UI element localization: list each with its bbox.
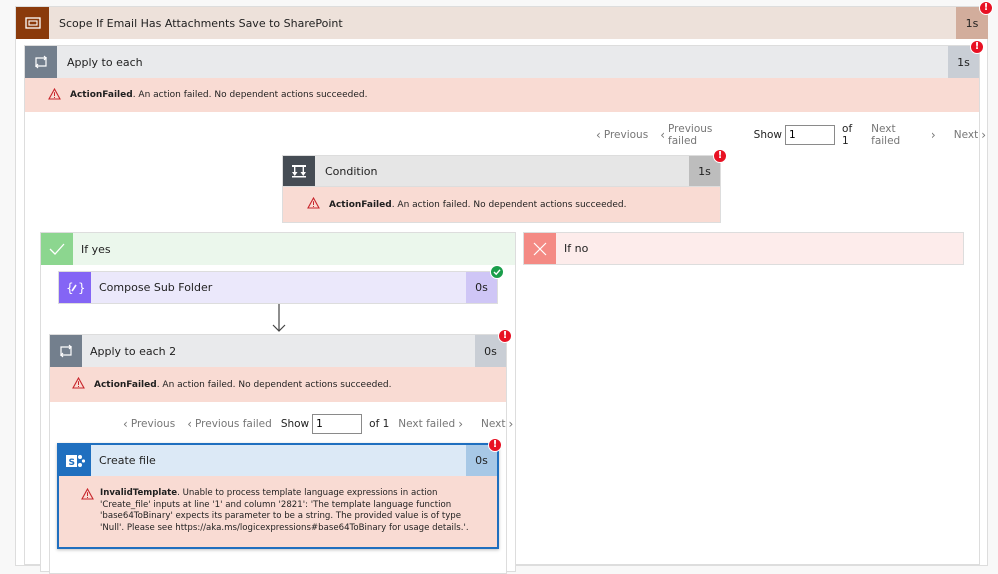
compose-header[interactable]: {} Compose Sub Folder 0s xyxy=(58,271,498,304)
if-yes-header[interactable]: If yes xyxy=(41,233,515,265)
connector-arrow xyxy=(271,304,287,334)
apply-each-error-message: . An action failed. No dependent actions… xyxy=(132,90,368,100)
if-no-label: If no xyxy=(564,242,589,255)
compose-icon: {} xyxy=(59,272,91,303)
loop-icon xyxy=(25,46,57,78)
pager-previous[interactable]: ‹ Previous xyxy=(120,417,175,431)
pager-of-total: of 1 xyxy=(842,123,853,147)
pager-next-failed[interactable]: Next failed › xyxy=(398,417,466,431)
pager-previous[interactable]: ‹ Previous xyxy=(593,128,648,142)
svg-text:{: { xyxy=(66,281,74,295)
scope-title: Scope If Email Has Attachments Save to S… xyxy=(59,16,343,30)
if-yes-label: If yes xyxy=(81,242,111,256)
warning-icon xyxy=(48,87,62,103)
condition-header[interactable]: Condition 1s xyxy=(282,155,721,187)
if-no-header[interactable]: If no xyxy=(523,232,964,265)
svg-text:}: } xyxy=(78,281,84,295)
loop-icon xyxy=(50,335,82,367)
condition-error-code: ActionFailed xyxy=(329,199,392,210)
pager-next[interactable]: Next › xyxy=(954,128,989,142)
apply-each-error-bar: ActionFailed . An action failed. No depe… xyxy=(25,78,979,112)
pager-page-input[interactable] xyxy=(312,414,363,434)
apply-each-2-title: Apply to each 2 xyxy=(90,344,177,358)
create-file-header[interactable]: S Create file 0s xyxy=(59,445,497,476)
svg-text:S: S xyxy=(69,458,75,468)
pager-show-label: Show xyxy=(753,129,783,141)
pager-show-label: Show xyxy=(280,418,310,430)
condition-icon xyxy=(283,156,315,186)
warning-icon xyxy=(81,487,94,505)
condition-title: Condition xyxy=(325,164,378,178)
check-icon xyxy=(41,233,73,265)
pager-next-failed[interactable]: Next failed › xyxy=(871,123,939,147)
scope-error-badge: ! xyxy=(979,1,993,15)
pager-previous-failed[interactable]: ‹ Previous failed xyxy=(184,417,272,431)
create-file-title: Create file xyxy=(99,454,156,467)
create-file-error: InvalidTemplate. Unable to process templ… xyxy=(81,487,486,534)
warning-icon xyxy=(307,196,321,212)
pager-next[interactable]: Next › xyxy=(481,417,516,431)
pager-page-input[interactable] xyxy=(785,125,836,145)
scope-icon xyxy=(16,7,49,39)
x-icon xyxy=(524,233,556,264)
apply-each-pager: ‹Previous ‹Previous failed Show of 1 Nex… xyxy=(593,123,998,147)
apply-each-2-error-code: ActionFailed xyxy=(94,379,157,390)
apply-each-error-code: ActionFailed xyxy=(70,90,133,100)
warning-icon xyxy=(72,376,86,392)
condition-error-message: . An action failed. No dependent actions… xyxy=(391,199,627,210)
apply-each-error-badge: ! xyxy=(970,40,984,54)
sharepoint-icon: S xyxy=(59,445,91,476)
create-file-error-code: InvalidTemplate xyxy=(100,488,178,498)
apply-each-title: Apply to each xyxy=(67,55,143,69)
apply-each-2-error-bar: ActionFailed . An action failed. No depe… xyxy=(50,367,506,402)
apply-each-2-error-message: . An action failed. No dependent actions… xyxy=(156,379,392,390)
compose-success-badge xyxy=(490,265,504,279)
apply-each-2-error-badge: ! xyxy=(498,329,512,343)
apply-each-header[interactable]: Apply to each 1s xyxy=(25,46,979,78)
pager-of-total: of 1 xyxy=(369,418,390,430)
apply-each-2-header[interactable]: Apply to each 2 0s xyxy=(50,335,506,367)
apply-each-2-pager: ‹Previous ‹Previous failed Show of 1 Nex… xyxy=(120,413,525,435)
scope-header[interactable]: Scope If Email Has Attachments Save to S… xyxy=(16,7,988,39)
condition-error-bar: ActionFailed . An action failed. No depe… xyxy=(282,187,721,223)
pager-previous-failed[interactable]: ‹ Previous failed xyxy=(657,123,744,147)
compose-title: Compose Sub Folder xyxy=(99,281,213,294)
create-file-error-badge: ! xyxy=(488,438,502,452)
condition-error-badge: ! xyxy=(713,149,727,163)
